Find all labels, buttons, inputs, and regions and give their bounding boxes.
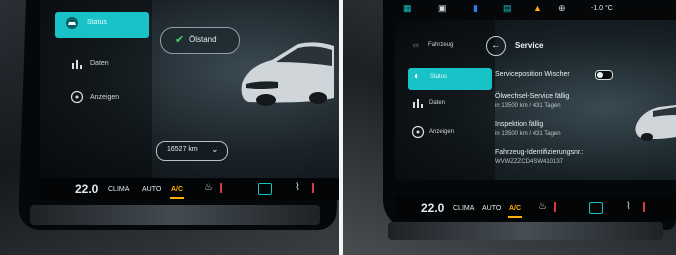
- sidebar-item-status[interactable]: Status: [55, 12, 149, 38]
- heat-level-indicator: [220, 183, 222, 193]
- auto-button[interactable]: AUTO: [482, 205, 501, 212]
- chevron-down-icon: ⌄: [211, 144, 219, 154]
- car-icon[interactable]: ▣: [438, 3, 447, 14]
- sidebar-item-daten[interactable]: Daten: [90, 60, 109, 67]
- defrost-icon[interactable]: ⌇: [626, 201, 631, 212]
- inspection-detail: in 13500 km / 431 Tagen: [495, 131, 561, 137]
- car-status-icon: [66, 17, 78, 29]
- outside-temperature: -1.0 °C: [591, 5, 613, 12]
- ac-button[interactable]: A/C: [509, 205, 521, 212]
- display-icon: [411, 125, 425, 139]
- page-title: Service: [515, 41, 544, 50]
- clima-button[interactable]: CLIMA: [453, 205, 474, 212]
- ac-button[interactable]: A/C: [171, 186, 183, 193]
- seat-heat-icon[interactable]: ♨: [204, 182, 213, 193]
- sidebar-item-status[interactable]: ◐ Status: [408, 68, 492, 90]
- oil-service-title: Ölwechsel-Service fällig: [495, 93, 570, 100]
- sidebar-item-anzeigen[interactable]: Anzeigen: [90, 94, 119, 101]
- sidebar-item-label: Status: [430, 74, 448, 80]
- temperature-display[interactable]: 22.0: [75, 182, 98, 196]
- oil-level-button[interactable]: ✔ Ölstand: [160, 27, 240, 54]
- back-arrow-icon[interactable]: ←: [486, 36, 506, 56]
- clima-button[interactable]: CLIMA: [108, 186, 129, 193]
- home-button[interactable]: [589, 202, 603, 214]
- odometer-value: 16527 km: [167, 146, 198, 153]
- right-photo: ▦ ▣ ▮ ▤ ▲ ⊕ -1.0 °C ▭ Fahrzeug ◐ Status …: [343, 0, 676, 255]
- seat-heat-icon[interactable]: ♨: [538, 201, 547, 212]
- add-icon[interactable]: ⊕: [558, 3, 566, 14]
- heat-level-indicator: [554, 202, 556, 212]
- check-icon: ✔: [175, 34, 185, 46]
- oil-level-label: Ölstand: [189, 35, 217, 44]
- sidebar-item-label: Status: [87, 19, 107, 26]
- warning-icon[interactable]: ▲: [533, 3, 542, 13]
- vent-strip: [388, 222, 663, 240]
- sidebar-item-fahrzeug[interactable]: Fahrzeug: [428, 42, 453, 48]
- inspection-title: Inspektion fällig: [495, 121, 544, 128]
- vent-strip: [30, 205, 320, 225]
- phone-icon[interactable]: ▮: [473, 3, 478, 14]
- home-button[interactable]: [258, 183, 272, 195]
- sidebar-item-anzeigen[interactable]: Anzeigen: [429, 129, 454, 135]
- heat-level-indicator: [312, 183, 314, 193]
- temperature-display[interactable]: 22.0: [421, 201, 444, 215]
- vin-value: WVWZZZCD4SW410137: [495, 159, 564, 165]
- apps-grid-icon[interactable]: ▦: [403, 3, 412, 14]
- ac-active-indicator: [170, 197, 184, 199]
- odometer-selector[interactable]: 16527 km ⌄: [156, 141, 228, 161]
- vin-title: Fahrzeug-Identifizierungsnr.:: [495, 149, 584, 156]
- car-icon: ▭: [413, 43, 419, 49]
- bar-chart-icon: [413, 99, 423, 108]
- auto-button[interactable]: AUTO: [142, 186, 161, 193]
- bar-chart-icon: [72, 60, 82, 69]
- car-image: [635, 105, 676, 141]
- ac-active-indicator: [508, 216, 522, 218]
- car-image: [241, 42, 334, 106]
- left-photo: Status Daten Anzeigen ✔ Ölstand 16527 km…: [0, 0, 339, 255]
- car-status-icon: ◐: [414, 71, 421, 82]
- service-wiper-label: Serviceposition Wischer: [495, 71, 570, 78]
- service-wiper-toggle[interactable]: [595, 70, 613, 80]
- heat-level-indicator: [643, 202, 645, 212]
- defrost-icon[interactable]: ⌇: [295, 182, 300, 193]
- oil-service-detail: in 13500 km / 431 Tagen: [495, 103, 561, 109]
- car-profile-icon[interactable]: ▤: [503, 3, 512, 14]
- display-icon: [70, 90, 84, 104]
- sidebar-item-daten[interactable]: Daten: [429, 100, 445, 106]
